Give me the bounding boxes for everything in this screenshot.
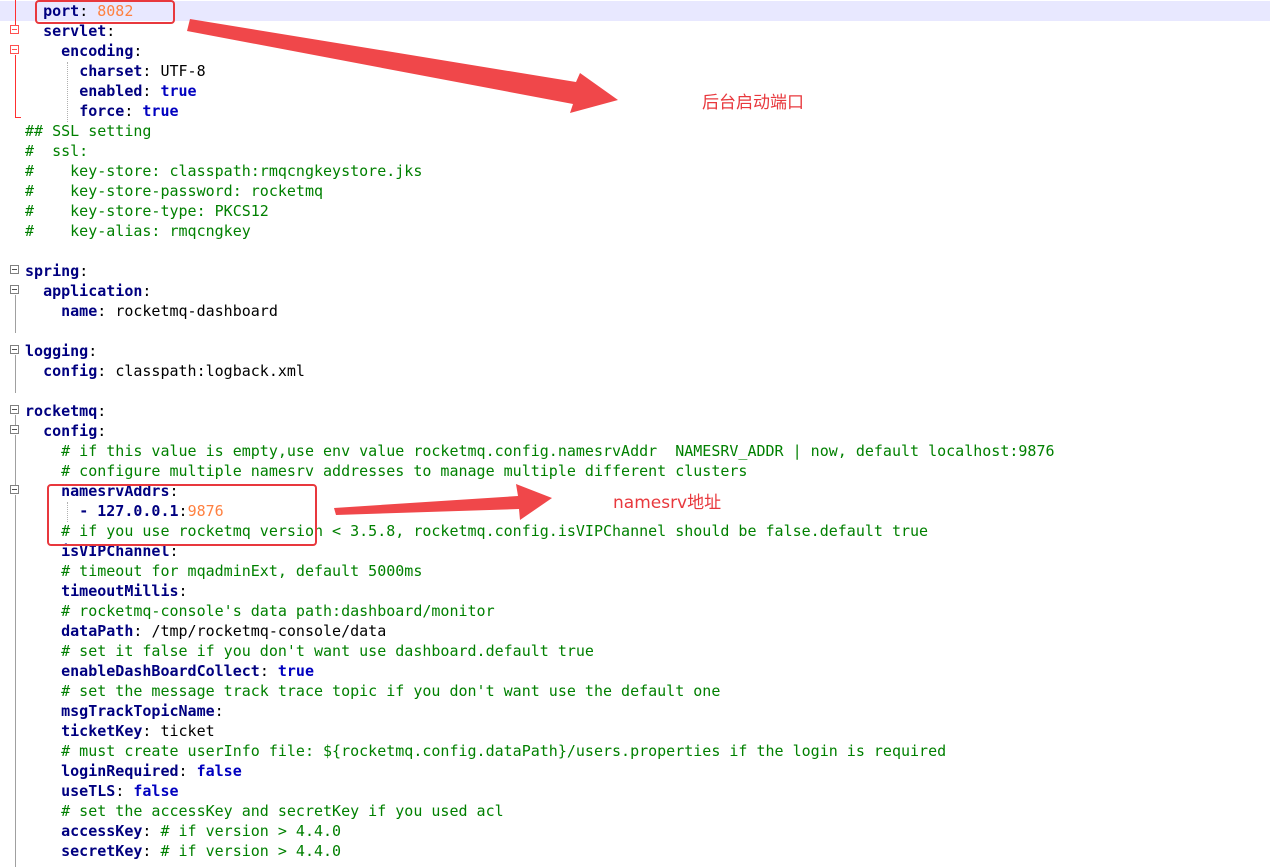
- namesrv-annotation-label: namesrv地址: [613, 493, 722, 513]
- port-annotation-label: 后台启动端口: [702, 93, 804, 113]
- port-arrow-icon: [187, 19, 618, 113]
- namesrv-arrow-icon: [334, 484, 552, 520]
- code-editor[interactable]: port: 8082 servlet: encoding: charset: U…: [0, 0, 1270, 867]
- annotation-arrows: [187, 19, 618, 520]
